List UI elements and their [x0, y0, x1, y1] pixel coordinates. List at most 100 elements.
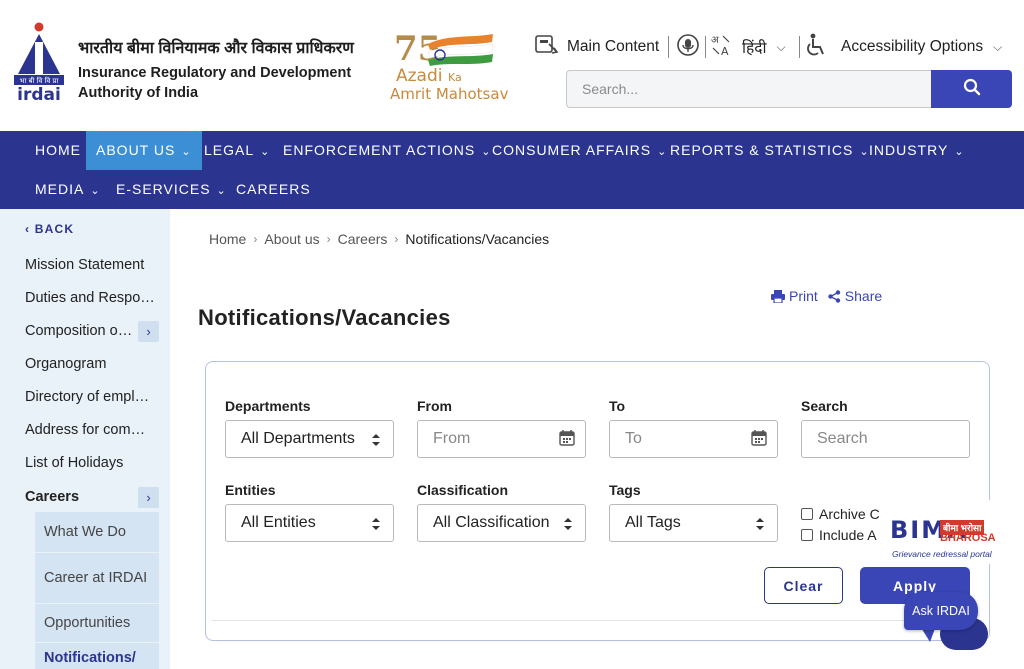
nav-item-about-us[interactable]: ABOUT US ⌄ — [86, 131, 202, 170]
main-nav: HOME ABOUT US ⌄ LEGAL ⌄ ENFORCEMENT ACTION… — [0, 131, 1024, 209]
azadi-line2: Amrit Mahotsav — [390, 85, 509, 103]
nav-item-consumer-affairs[interactable]: CONSUMER AFFAIRS ⌄ — [482, 131, 677, 170]
nav-item-home[interactable]: HOME — [25, 131, 91, 170]
chevron-right-icon[interactable]: › — [138, 487, 159, 508]
org-name-line1: Insurance Regulatory and Development — [78, 65, 352, 81]
nav-item-industry[interactable]: INDUSTRY ⌄ — [859, 131, 975, 170]
classification-label: Classification — [417, 482, 509, 498]
include-label: Include A — [819, 527, 877, 543]
clear-button[interactable]: Clear — [764, 567, 843, 604]
include-checkbox[interactable]: Include A — [801, 527, 877, 543]
ask-irdai-chat-button[interactable]: Ask IRDAI — [904, 592, 978, 630]
archive-checkbox[interactable]: Archive C — [801, 506, 880, 522]
search-button[interactable] — [931, 70, 1012, 108]
azadi-ka: Ka — [448, 71, 462, 84]
sidebar-item-address[interactable]: Address for communication — [25, 422, 157, 438]
org-name-english: Insurance Regulatory and Development Aut… — [78, 63, 351, 103]
sidebar-item-duties[interactable]: Duties and Responsibilities — [25, 290, 160, 306]
entities-value: All Entities — [241, 514, 316, 531]
breadcrumb-about-us[interactable]: About us — [264, 231, 319, 247]
from-label: From — [417, 398, 452, 414]
accessibility-label: Accessibility Options — [841, 38, 984, 55]
chevron-down-icon: ⌵ — [993, 39, 1003, 54]
main-content-link[interactable]: Main Content — [535, 34, 660, 61]
azadi-ka-amrit-mahotsav-logo: 75 Azadi Ka Amrit Mahotsav — [388, 26, 522, 104]
screen-reader-button[interactable] — [676, 33, 700, 62]
nav-item-enforcement-actions[interactable]: ENFORCEMENT ACTIONS ⌄ — [273, 131, 501, 170]
sidebar-sub-what-we-do[interactable]: What We Do — [35, 512, 159, 552]
nav-item-careers[interactable]: CAREERS — [226, 170, 321, 209]
main-content-label: Main Content — [567, 38, 660, 55]
main-content-icon — [535, 34, 559, 61]
select-arrows-icon — [755, 516, 765, 532]
departments-label: Departments — [225, 398, 311, 414]
chevron-right-icon: › — [326, 232, 331, 246]
filter-search-input[interactable]: Search — [801, 420, 970, 458]
classification-select[interactable]: All Classification — [417, 504, 586, 542]
calendar-icon[interactable] — [751, 430, 767, 451]
checkbox-box[interactable] — [801, 529, 813, 541]
page-actions: Print Share — [771, 288, 882, 304]
nav-item-media[interactable]: MEDIA ⌄ — [25, 170, 111, 209]
breadcrumb-current: Notifications/Vacancies — [405, 231, 550, 247]
sidebar-item-composition[interactable]: Composition of the Authority — [25, 323, 133, 339]
language-label: हिंदी — [742, 40, 767, 57]
entities-label: Entities — [225, 482, 276, 498]
print-label: Print — [789, 288, 818, 304]
print-button[interactable]: Print — [771, 288, 818, 304]
svg-text:भा बी वि वि प्रा: भा बी वि वि प्रा — [20, 76, 59, 85]
sidebar-item-organogram[interactable]: Organogram — [25, 356, 160, 372]
nav-item-legal[interactable]: LEGAL ⌄ — [194, 131, 280, 170]
nav-item-reports-statistics[interactable]: REPORTS & STATISTICS ⌄ — [660, 131, 880, 170]
sidebar-sub-notifications[interactable]: Notifications/ — [35, 643, 159, 669]
breadcrumb-home[interactable]: Home — [209, 231, 246, 247]
chevron-left-icon: ‹ — [25, 222, 35, 236]
calendar-icon[interactable] — [559, 430, 575, 451]
sidebar-item-holidays[interactable]: List of Holidays — [25, 455, 160, 471]
irdai-logo[interactable]: भा बी वि वि प्रा irdai — [12, 22, 66, 105]
to-placeholder: To — [625, 430, 642, 447]
speaker-icon — [676, 33, 700, 62]
chevron-right-icon: › — [394, 232, 399, 246]
sidebar-sub-opportunities[interactable]: Opportunities — [35, 604, 159, 642]
checkbox-box[interactable] — [801, 508, 813, 520]
accessibility-options[interactable]: Accessibility Options ⌵ — [805, 33, 1003, 62]
share-label: Share — [844, 288, 883, 304]
divider — [212, 620, 982, 621]
archive-label: Archive C — [819, 506, 880, 522]
language-selector[interactable]: अA हिंदी ⌵ — [710, 35, 786, 59]
back-link[interactable]: ‹ BACK — [25, 222, 74, 236]
site-search-input[interactable] — [566, 70, 932, 108]
share-button[interactable]: Share — [828, 288, 882, 304]
bima-bharosa-text: BHAROSA — [940, 532, 996, 544]
site-header: भा बी वि वि प्रा irdai भारतीय बीमा विनिय… — [0, 0, 1024, 131]
select-arrows-icon — [371, 432, 381, 448]
departments-value: All Departments — [241, 430, 355, 447]
sidebar-item-directory[interactable]: Directory of employees — [25, 389, 157, 405]
search-label: Search — [801, 398, 848, 414]
wheelchair-icon — [805, 33, 827, 62]
from-placeholder: From — [433, 430, 471, 447]
svg-text:अ: अ — [711, 35, 719, 46]
breadcrumb-careers[interactable]: Careers — [338, 231, 388, 247]
bima-bharosa-badge[interactable]: BIMA बीमा भरोसा BHAROSA Grievance redres… — [882, 500, 1002, 564]
org-name-line2: Authority of India — [78, 85, 199, 101]
logo-text: irdai — [17, 85, 61, 102]
chevron-down-icon: ⌄ — [260, 146, 271, 158]
sidebar-item-mission-statement[interactable]: Mission Statement — [25, 257, 160, 273]
chevron-right-icon[interactable]: › — [138, 321, 159, 342]
sidebar-sub-career-at-irdai[interactable]: Career at IRDAI — [35, 553, 159, 603]
to-date-input[interactable]: To — [609, 420, 778, 458]
nav-item-e-services[interactable]: E-SERVICES ⌄ — [106, 170, 237, 209]
departments-select[interactable]: All Departments — [225, 420, 394, 458]
org-name-hindi: भारतीय बीमा विनियामक और विकास प्राधिकरण — [78, 40, 354, 57]
chevron-right-icon: › — [253, 232, 258, 246]
chevron-down-icon: ⌄ — [90, 185, 101, 197]
chevron-down-icon: ⌄ — [181, 146, 192, 158]
from-date-input[interactable]: From — [417, 420, 586, 458]
printer-icon — [771, 289, 785, 303]
filter-search-placeholder: Search — [817, 430, 868, 447]
tags-select[interactable]: All Tags — [609, 504, 778, 542]
chevron-down-icon: ⌄ — [954, 146, 965, 158]
entities-select[interactable]: All Entities — [225, 504, 394, 542]
